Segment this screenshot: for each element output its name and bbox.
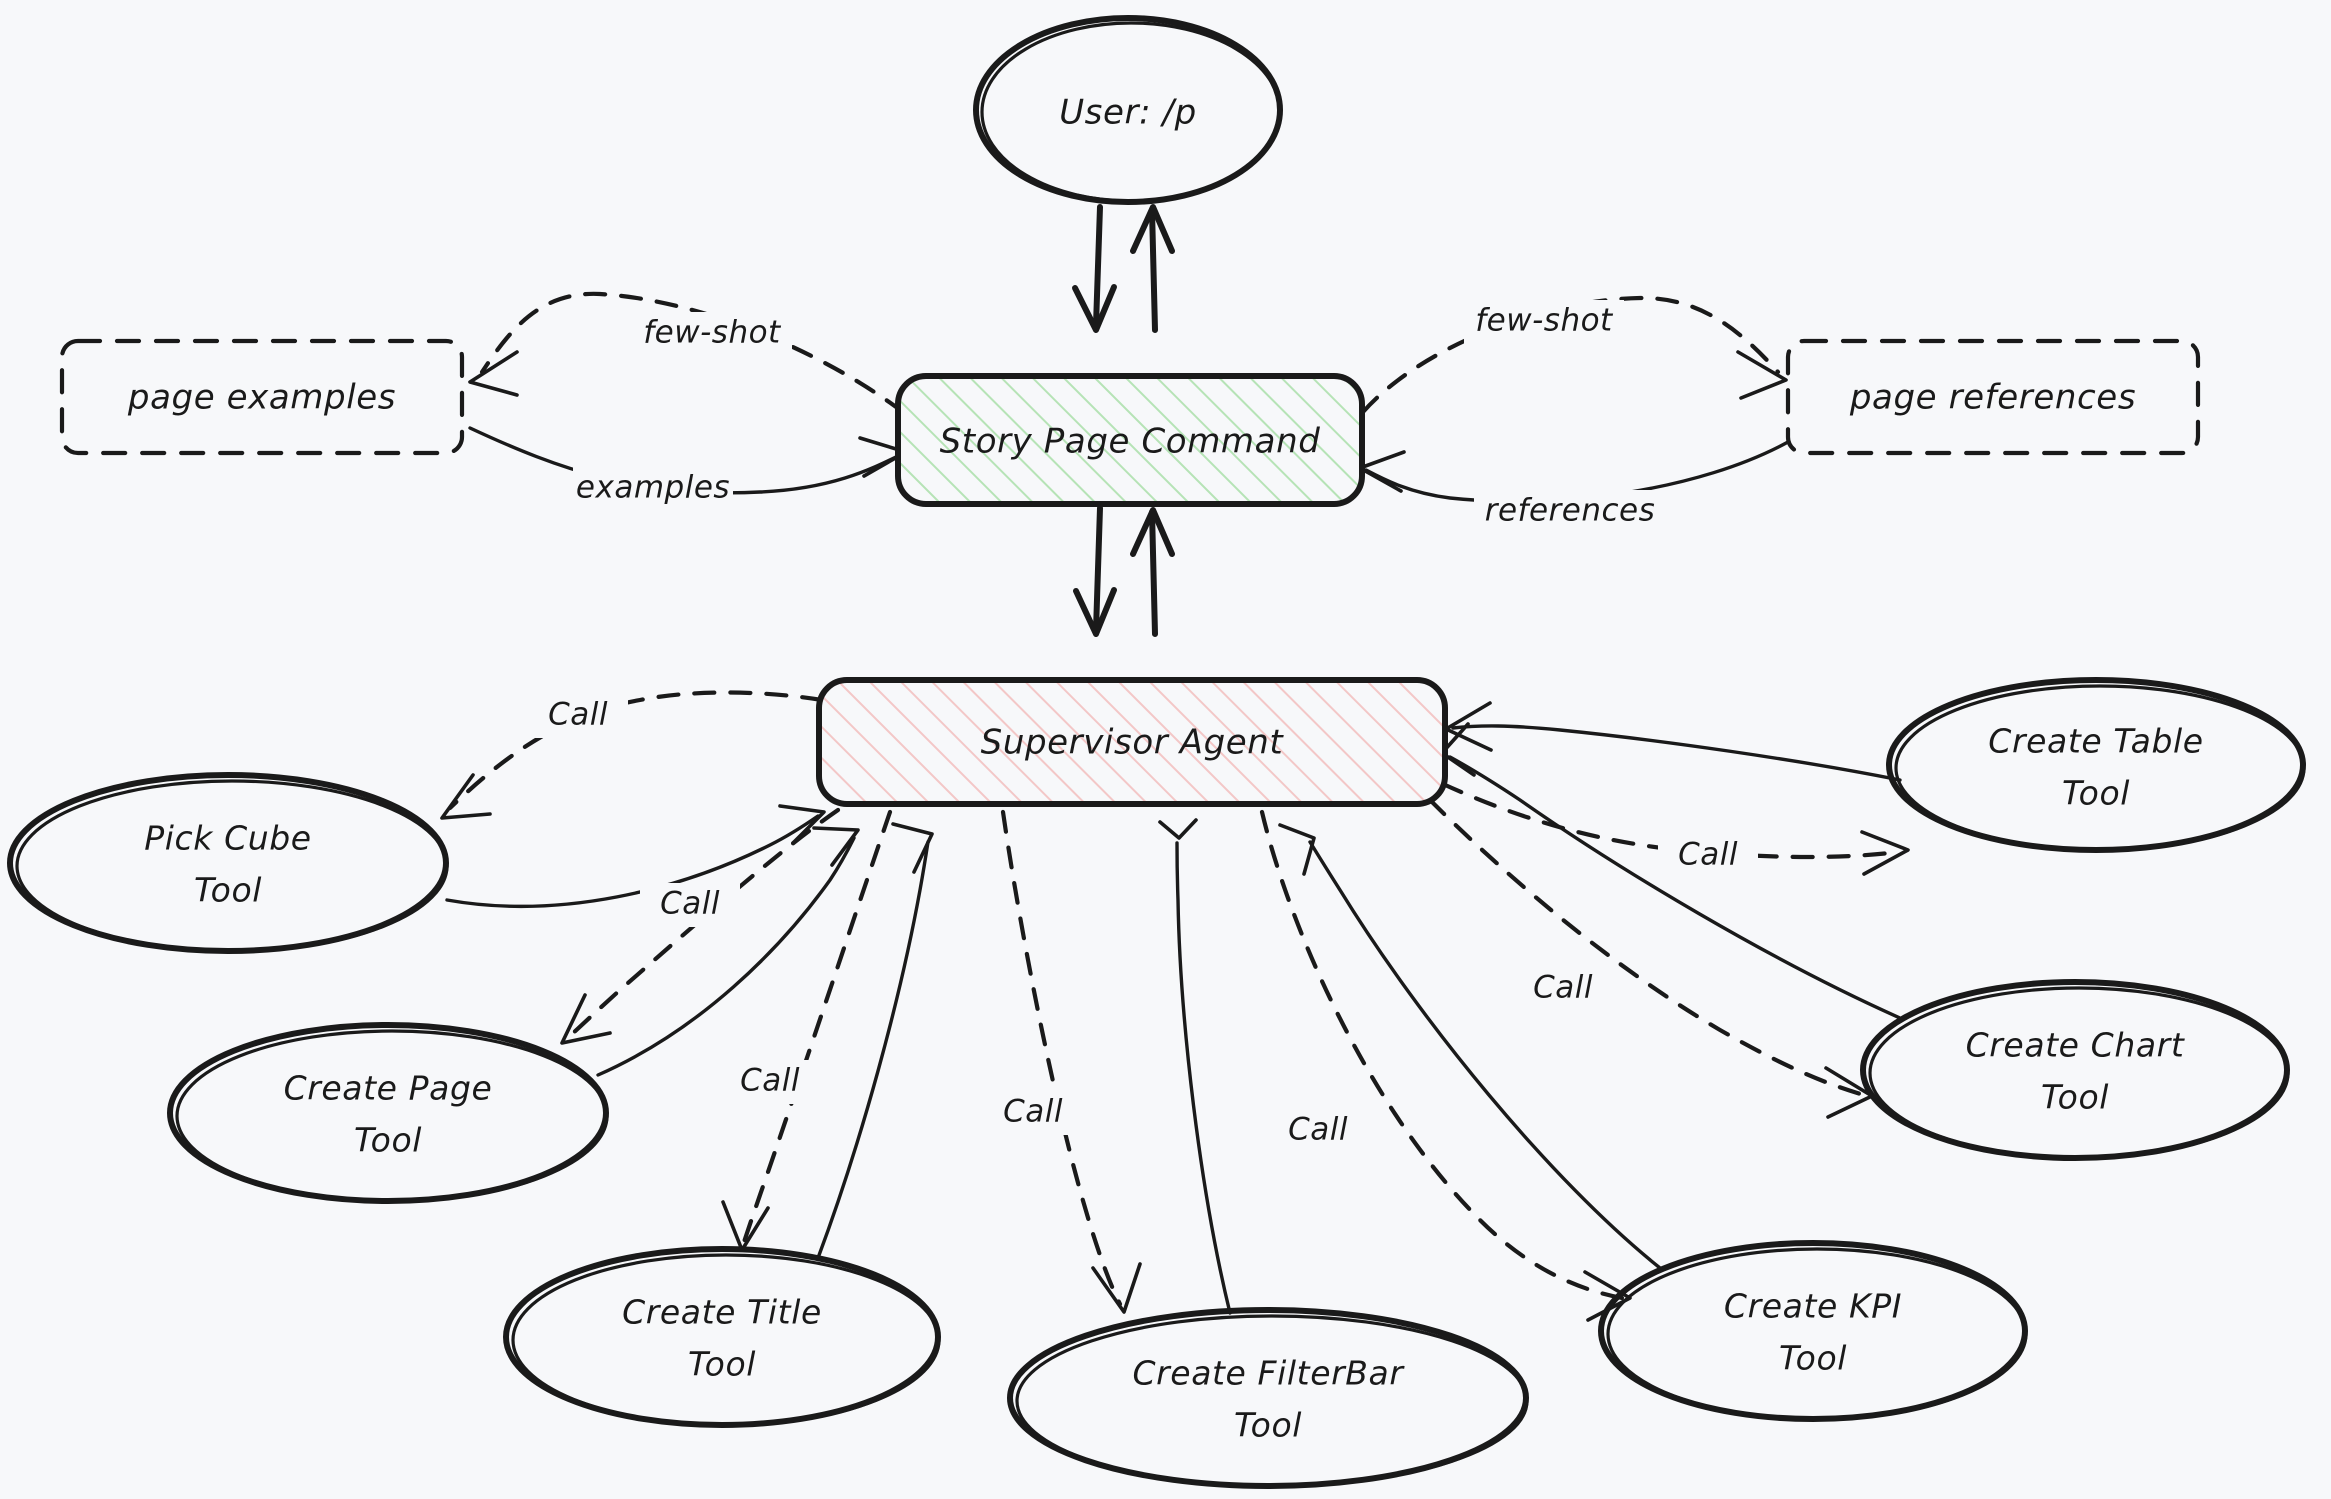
edge-label-call-create-title: Call (740, 1063, 800, 1099)
node-create-filterbar-tool-label-line1: Create FilterBar (1132, 1354, 1405, 1393)
node-create-page-tool-label-line2: Tool (354, 1121, 422, 1160)
edge-label-call-create-chart: Call (1533, 970, 1593, 1006)
edge-label-call-create-filterbar: Call (1003, 1094, 1063, 1130)
edge-label-few-shot-right: few-shot (1475, 303, 1614, 339)
edge-label-call-create-page: Call (660, 886, 720, 922)
node-create-table-tool-label-line1: Create Table (1988, 722, 2203, 761)
edge-label-few-shot-left: few-shot (643, 315, 782, 351)
node-create-chart-tool-label-line1: Create Chart (1966, 1026, 2185, 1065)
node-pick-cube-tool-label-line2: Tool (194, 871, 262, 910)
node-pick-cube-tool-label-line1: Pick Cube (144, 819, 311, 858)
edge-label-examples: examples (576, 470, 730, 506)
node-supervisor-agent[interactable]: Supervisor Agent (816, 677, 1448, 807)
diagram-canvas: User: /p Story Page Command page example… (0, 0, 2331, 1499)
node-user-label: User: /p (1059, 93, 1197, 133)
node-create-page-tool-label-line1: Create Page (284, 1069, 493, 1108)
edge-label-call-create-table: Call (1678, 837, 1738, 873)
node-create-table-tool-label-line2: Tool (2062, 774, 2130, 813)
node-story-page-command[interactable]: Story Page Command (895, 373, 1365, 507)
edge-label-call-pick-cube: Call (548, 697, 608, 733)
node-create-kpi-tool-label-line2: Tool (1779, 1339, 1847, 1378)
node-create-title-tool-label-line1: Create Title (622, 1293, 822, 1332)
edge-label-references: references (1485, 493, 1656, 529)
node-create-kpi-tool-label-line1: Create KPI (1724, 1287, 1902, 1326)
node-create-title-tool-label-line2: Tool (688, 1345, 756, 1384)
node-supervisor-agent-label: Supervisor Agent (981, 723, 1285, 763)
node-create-chart-tool-label-line2: Tool (2041, 1078, 2109, 1117)
architecture-diagram: User: /p Story Page Command page example… (0, 0, 2331, 1499)
node-page-references-label: page references (1849, 378, 2136, 418)
node-story-page-command-label: Story Page Command (940, 422, 1321, 462)
node-create-filterbar-tool-label-line2: Tool (1234, 1406, 1302, 1445)
node-page-examples-label: page examples (127, 378, 396, 418)
edge-label-call-create-kpi: Call (1288, 1112, 1348, 1148)
